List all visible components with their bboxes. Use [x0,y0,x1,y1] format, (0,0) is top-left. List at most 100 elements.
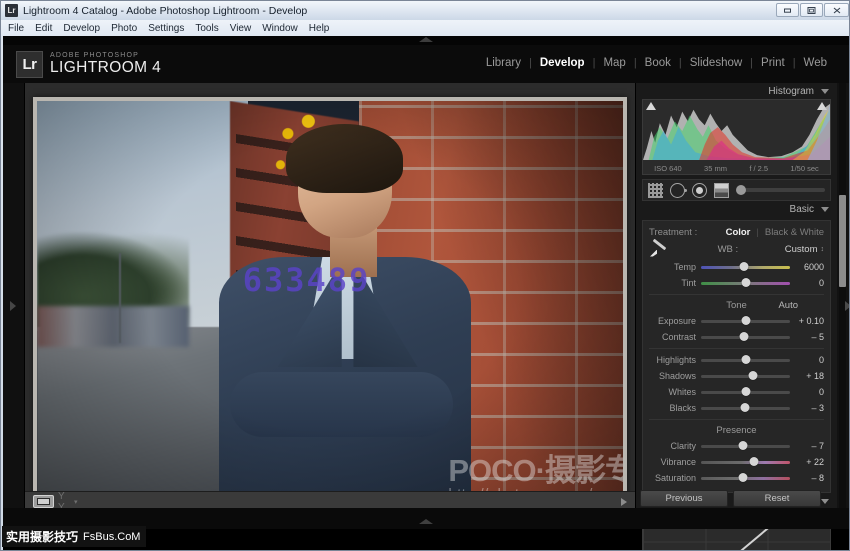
menu-develop[interactable]: Develop [63,23,100,34]
slider-value: – 3 [790,403,824,413]
module-web[interactable]: Web [796,57,835,69]
divider [649,419,824,420]
slider-knob[interactable] [741,355,750,364]
menu-view[interactable]: View [230,23,252,34]
maximize-button[interactable] [800,3,823,17]
slider-contrast[interactable]: Contrast – 5 [649,329,824,345]
slider-temp[interactable]: Temp 6000 [649,259,824,275]
red-eye-icon[interactable] [692,183,707,198]
slider-clarity[interactable]: Clarity – 7 [649,438,824,454]
close-button[interactable] [824,3,849,17]
menubar: File Edit Develop Photo Settings Tools V… [1,20,850,36]
identity-plate[interactable]: Lr ADOBE PHOTOSHOP LIGHTROOM 4 [16,51,161,78]
basic-header[interactable]: Basic [640,201,833,217]
menu-edit[interactable]: Edit [35,23,52,34]
window-controls [776,3,849,17]
module-print[interactable]: Print [753,57,793,69]
slider-track[interactable] [701,407,790,410]
photo-subject-hair [286,124,403,194]
treatment-color-option[interactable]: Color [726,227,751,238]
slider-track[interactable] [701,320,790,323]
module-library[interactable]: Library [478,57,529,69]
slider-track[interactable] [701,391,790,394]
wb-value[interactable]: Custom [785,244,818,255]
slider-knob[interactable] [748,371,757,380]
work-area: 633489 POCO·摄影专题 http://photo.poco.cn/ Y… [3,83,849,529]
reset-button[interactable]: Reset [733,490,821,507]
wb-dropdown-icon[interactable]: ↕ [821,246,825,253]
auto-tone-button[interactable]: Auto [778,300,798,311]
slider-track[interactable] [701,445,790,448]
chevron-up-icon[interactable] [419,519,433,524]
module-book[interactable]: Book [637,57,679,69]
slider-knob[interactable] [738,473,747,482]
app-icon: Lr [5,4,18,17]
chevron-up-icon[interactable] [419,37,433,42]
slider-saturation[interactable]: Saturation – 8 [649,470,824,486]
loupe-view-icon[interactable] [33,495,54,508]
slider-shadows[interactable]: Shadows + 18 [649,368,824,384]
slider-vibrance[interactable]: Vibrance + 22 [649,454,824,470]
slider-knob[interactable] [741,316,750,325]
menu-file[interactable]: File [8,23,24,34]
histogram-header[interactable]: Histogram [640,83,833,99]
top-panel-collapsed[interactable] [3,36,849,45]
chevron-down-icon[interactable] [821,207,829,212]
slider-knob[interactable] [739,332,748,341]
slider-knob[interactable] [741,387,750,396]
previous-button[interactable]: Previous [640,490,728,507]
window-title: Lightroom 4 Catalog - Adobe Photoshop Li… [23,5,307,17]
slider-knob[interactable] [740,403,749,412]
module-map[interactable]: Map [595,57,633,69]
window-titlebar: Lr Lightroom 4 Catalog - Adobe Photoshop… [1,1,850,20]
slider-value: 0 [790,355,824,365]
site-watermark: 实用摄影技巧 FsBus.CoM [2,526,146,547]
photo-preview[interactable]: 633489 POCO·摄影专题 http://photo.poco.cn/ [37,101,623,511]
chevron-right-icon[interactable] [10,301,16,311]
chevron-right-icon[interactable] [621,498,627,506]
spot-removal-icon[interactable] [670,183,685,198]
slider-value: + 22 [790,457,824,467]
histogram-panel[interactable]: ISO 640 35 mm f / 2.5 1/50 sec [642,99,831,175]
slider-knob[interactable] [741,278,750,287]
slider-knob[interactable] [750,457,759,466]
slider-label: Blacks [649,403,701,413]
chevron-down-icon[interactable] [821,499,829,504]
chevron-right-icon[interactable] [845,301,850,311]
slider-track[interactable] [701,461,790,464]
slider-track[interactable] [701,336,790,339]
slider-knob[interactable] [739,262,748,271]
slider-track[interactable] [701,282,790,285]
adjustment-brush-slider[interactable] [738,188,825,192]
scrollbar-thumb[interactable] [839,195,846,287]
flag-filter-icon[interactable]: Y Y [58,495,70,508]
menu-window[interactable]: Window [262,23,298,34]
menu-settings[interactable]: Settings [148,23,184,34]
graduated-filter-icon[interactable] [714,183,729,198]
treatment-bw-option[interactable]: Black & White [765,227,824,238]
slider-whites[interactable]: Whites 0 [649,384,824,400]
slider-track[interactable] [701,375,790,378]
menu-tools[interactable]: Tools [195,23,218,34]
slider-blacks[interactable]: Blacks – 3 [649,400,824,416]
slider-knob[interactable] [738,441,747,450]
minimize-button[interactable] [776,3,799,17]
chevron-down-icon[interactable]: ▾ [74,498,78,506]
white-balance-selector-icon[interactable] [649,241,669,259]
chevron-down-icon[interactable] [821,89,829,94]
slider-track[interactable] [701,477,790,480]
slider-highlights[interactable]: Highlights 0 [649,352,824,368]
menu-help[interactable]: Help [309,23,330,34]
slider-exposure[interactable]: Exposure + 0.10 [649,313,824,329]
slider-track[interactable] [701,359,790,362]
slider-value: 0 [790,387,824,397]
image-canvas[interactable]: 633489 POCO·摄影专题 http://photo.poco.cn/ [25,83,635,529]
crop-overlay-icon[interactable] [648,183,663,198]
left-panel-collapsed[interactable] [3,83,25,529]
slider-track[interactable] [701,266,790,269]
module-slideshow[interactable]: Slideshow [682,57,750,69]
slider-label: Contrast [649,332,701,342]
slider-tint[interactable]: Tint 0 [649,275,824,291]
module-develop[interactable]: Develop [532,57,593,69]
menu-photo[interactable]: Photo [111,23,137,34]
